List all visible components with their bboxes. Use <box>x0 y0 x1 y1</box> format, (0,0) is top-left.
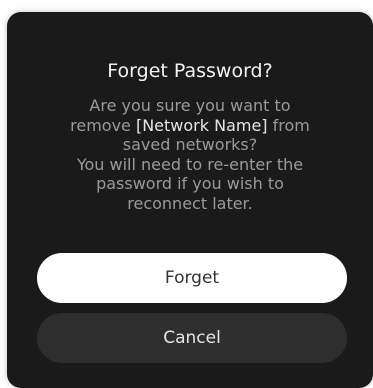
message-line-4: You will need to re-enter the <box>76 154 304 174</box>
dialog-title: Forget Password? <box>107 60 273 82</box>
dialog-message: Are you sure you want to remove [Network … <box>27 96 353 213</box>
message-line-2-before: remove <box>70 115 136 135</box>
message-line-6: reconnect later. <box>127 193 253 213</box>
message-line-1: Are you sure you want to <box>89 96 291 115</box>
message-line-3: saved networks? <box>122 135 258 154</box>
network-name: [Network Name] <box>135 115 268 135</box>
message-line-5: password if you wish to <box>96 174 284 193</box>
cancel-button[interactable]: Cancel <box>37 313 347 363</box>
forget-button[interactable]: Forget <box>37 253 347 303</box>
message-line-2-after: from <box>267 115 310 135</box>
forget-password-dialog: Forget Password? Are you sure you want t… <box>7 12 373 388</box>
